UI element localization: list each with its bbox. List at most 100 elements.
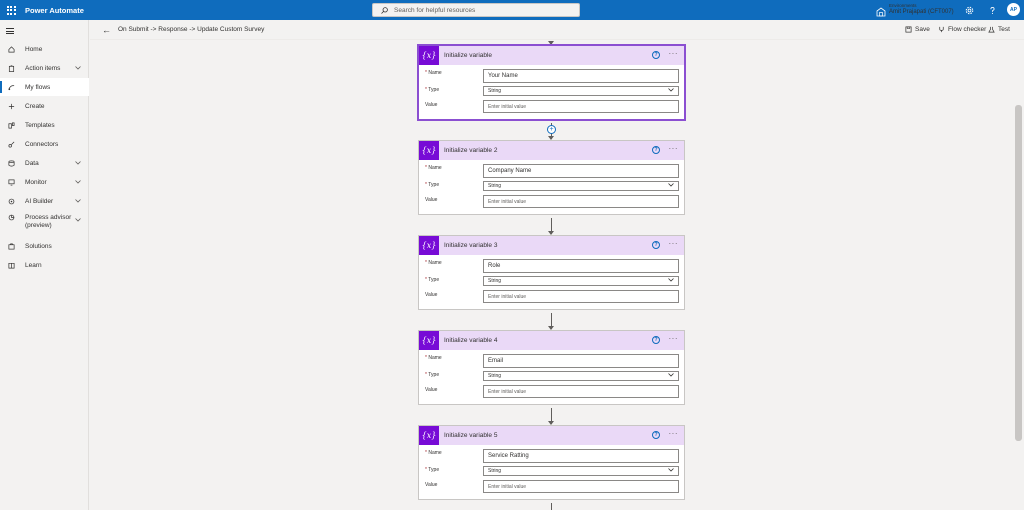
value-row: Value Enter initial value xyxy=(419,289,684,309)
value-row: Value Enter initial value xyxy=(419,384,684,404)
action-card-initialize-variable[interactable]: {x} Initialize variable ? ··· * Name You… xyxy=(418,45,685,120)
type-dropdown[interactable]: String xyxy=(483,466,679,476)
type-dropdown[interactable]: String xyxy=(483,371,679,381)
more-options-icon[interactable]: ··· xyxy=(669,429,679,438)
more-options-icon[interactable]: ··· xyxy=(669,334,679,343)
help-circle-icon[interactable]: ? xyxy=(652,241,660,249)
type-label: * Type xyxy=(425,372,440,378)
test-label: Test xyxy=(998,26,1010,33)
action-card-initialize-variable-3[interactable]: {x} Initialize variable 3 ? ··· * Name R… xyxy=(418,235,685,310)
sidebar-item-label: Create xyxy=(25,102,45,110)
card-title: Initialize variable 5 xyxy=(444,432,498,439)
hamburger-icon[interactable] xyxy=(6,28,14,36)
sidebar-item-connectors[interactable]: Connectors xyxy=(0,135,89,153)
action-card-initialize-variable-5[interactable]: {x} Initialize variable 5 ? ··· * Name S… xyxy=(418,425,685,500)
insert-step-button[interactable]: + xyxy=(547,125,556,134)
help-circle-icon[interactable]: ? xyxy=(652,336,660,344)
card-header[interactable]: {x} Initialize variable 5 ? ··· xyxy=(419,426,684,445)
templates-icon xyxy=(8,122,15,129)
name-input[interactable]: Email xyxy=(483,354,679,368)
sidebar-item-learn[interactable]: Learn xyxy=(0,256,89,274)
flow-designer-canvas[interactable]: {x} Initialize variable ? ··· * Name You… xyxy=(90,41,1012,510)
test-button[interactable]: Test xyxy=(988,26,1010,33)
chevron-down-icon xyxy=(75,179,81,186)
value-input[interactable]: Enter initial value xyxy=(483,385,679,398)
sidebar-item-action-items[interactable]: Action items xyxy=(0,59,89,77)
user-avatar[interactable]: AP xyxy=(1007,3,1020,16)
sidebar-item-monitor[interactable]: Monitor xyxy=(0,173,89,191)
value-label: Value xyxy=(425,102,438,108)
help-icon[interactable] xyxy=(988,0,997,20)
settings-icon[interactable] xyxy=(965,0,974,20)
sidebar-item-label: Learn xyxy=(25,261,42,269)
card-header[interactable]: {x} Initialize variable 4 ? ··· xyxy=(419,331,684,350)
more-options-icon[interactable]: ··· xyxy=(669,239,679,248)
sidebar-item-solutions[interactable]: Solutions xyxy=(0,237,89,255)
name-input[interactable]: Role xyxy=(483,259,679,273)
sidebar-item-templates[interactable]: Templates xyxy=(0,116,89,134)
sidebar-item-data[interactable]: Data xyxy=(0,154,89,172)
type-dropdown[interactable]: String xyxy=(483,181,679,191)
action-card-initialize-variable-2[interactable]: {x} Initialize variable 2 ? ··· * Name C… xyxy=(418,140,685,215)
type-row: * Type String xyxy=(419,369,684,384)
help-circle-icon[interactable]: ? xyxy=(652,146,660,154)
card-header[interactable]: {x} Initialize variable 3 ? ··· xyxy=(419,236,684,255)
monitor-icon xyxy=(8,179,15,186)
save-label: Save xyxy=(915,26,930,33)
flow-checker-button[interactable]: Flow checker xyxy=(938,26,986,33)
search-box[interactable]: Search for helpful resources xyxy=(372,3,580,17)
card-title: Initialize variable 2 xyxy=(444,147,498,154)
name-input[interactable]: Your Name xyxy=(483,69,679,83)
value-label: Value xyxy=(425,387,438,393)
value-input[interactable]: Enter initial value xyxy=(483,480,679,493)
environment-picker[interactable]: Environments Amit Prajapati (CFT007) xyxy=(876,2,954,17)
app-launcher-icon[interactable] xyxy=(1,0,21,20)
save-icon xyxy=(905,26,912,33)
variable-icon: {x} xyxy=(419,141,439,160)
scrollbar-thumb[interactable] xyxy=(1015,105,1022,441)
help-circle-icon[interactable]: ? xyxy=(652,51,660,59)
value-row: Value Enter initial value xyxy=(419,194,684,214)
action-card-initialize-variable-4[interactable]: {x} Initialize variable 4 ? ··· * Name E… xyxy=(418,330,685,405)
environment-label: Environments xyxy=(889,3,917,8)
name-label: * Name xyxy=(425,260,442,266)
name-row: * Name Company Name xyxy=(419,162,684,179)
type-dropdown[interactable]: String xyxy=(483,86,679,96)
sidebar-item-label: Home xyxy=(25,45,43,53)
name-input[interactable]: Service Ratting xyxy=(483,449,679,463)
type-label: * Type xyxy=(425,87,440,93)
more-options-icon[interactable]: ··· xyxy=(669,49,679,58)
name-label: * Name xyxy=(425,450,442,456)
sidebar-item-my-flows[interactable]: My flows xyxy=(0,78,89,96)
back-arrow-icon[interactable]: ← xyxy=(102,25,111,35)
variable-icon: {x} xyxy=(419,236,439,255)
sidebar-item-process-advisor[interactable]: Process advisor (preview) xyxy=(0,211,89,235)
card-header[interactable]: {x} Initialize variable ? ··· xyxy=(419,46,684,65)
sidebar-item-ai-builder[interactable]: AI Builder xyxy=(0,192,89,210)
breadcrumb: On Submit -> Response -> Update Custom S… xyxy=(118,26,265,33)
type-row: * Type String xyxy=(419,274,684,289)
value-input[interactable]: Enter initial value xyxy=(483,195,679,208)
value-label: Value xyxy=(425,292,438,298)
card-header[interactable]: {x} Initialize variable 2 ? ··· xyxy=(419,141,684,160)
sidebar-item-home[interactable]: Home xyxy=(0,40,89,58)
type-value: String xyxy=(488,88,502,94)
more-options-icon[interactable]: ··· xyxy=(669,144,679,153)
type-value: String xyxy=(488,373,502,379)
home-icon xyxy=(8,45,15,53)
chevron-down-icon xyxy=(75,198,81,205)
name-label: * Name xyxy=(425,355,442,361)
save-button[interactable]: Save xyxy=(905,26,930,33)
type-label: * Type xyxy=(425,467,440,473)
sidebar-item-create[interactable]: Create xyxy=(0,97,89,115)
app-title[interactable]: Power Automate xyxy=(25,6,84,15)
value-input[interactable]: Enter initial value xyxy=(483,100,679,113)
name-input[interactable]: Company Name xyxy=(483,164,679,178)
type-dropdown[interactable]: String xyxy=(483,276,679,286)
sidebar: Home Action items My flows Create Templa… xyxy=(0,20,89,510)
help-circle-icon[interactable]: ? xyxy=(652,431,660,439)
name-label: * Name xyxy=(425,70,442,76)
connector-line xyxy=(551,503,552,510)
value-input[interactable]: Enter initial value xyxy=(483,290,679,303)
data-icon xyxy=(8,160,15,167)
